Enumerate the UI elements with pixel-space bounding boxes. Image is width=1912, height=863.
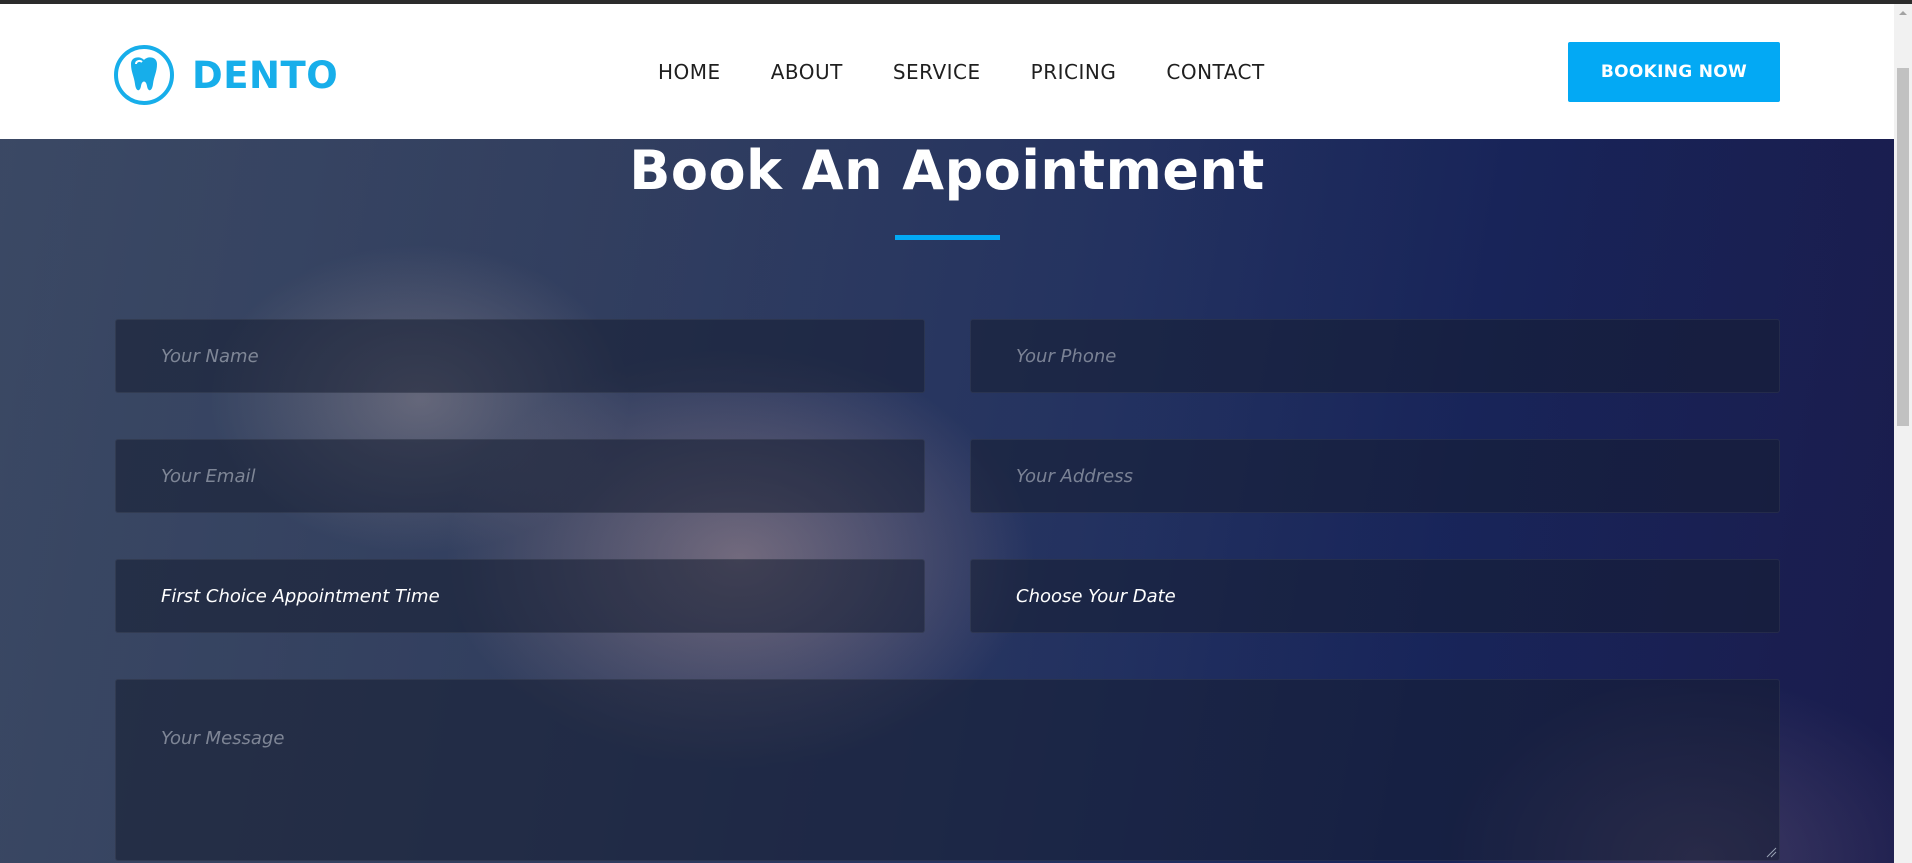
message-placeholder: Your Message (161, 728, 285, 749)
page-scrollbar[interactable] (1894, 4, 1912, 863)
date-value: Choose Your Date (1016, 585, 1176, 607)
resize-grip-icon[interactable] (1765, 846, 1777, 858)
phone-field[interactable]: Your Phone (970, 319, 1780, 393)
appointment-time-value: First Choice Appointment Time (161, 585, 440, 607)
booking-now-button[interactable]: BOOKING NOW (1568, 42, 1780, 102)
phone-placeholder: Your Phone (1016, 345, 1117, 367)
title-divider (895, 235, 1000, 240)
nav-item-service[interactable]: SERVICE (893, 60, 981, 84)
scroll-up-arrow-icon[interactable] (1894, 4, 1912, 22)
tooth-icon (114, 45, 174, 105)
appointment-time-select[interactable]: First Choice Appointment Time (115, 559, 925, 633)
site-header: DENTO HOME ABOUT SERVICE PRICING CONTACT… (0, 4, 1894, 139)
brand-logo[interactable]: DENTO (113, 43, 338, 107)
nav-item-pricing[interactable]: PRICING (1031, 60, 1117, 84)
address-placeholder: Your Address (1016, 465, 1133, 487)
nav-item-contact[interactable]: CONTACT (1166, 60, 1264, 84)
date-picker-field[interactable]: Choose Your Date (970, 559, 1780, 633)
main-nav: HOME ABOUT SERVICE PRICING CONTACT (658, 60, 1315, 84)
section-title: Book An Apointment (629, 139, 1265, 202)
name-placeholder: Your Name (161, 345, 259, 367)
scrollbar-thumb[interactable] (1897, 68, 1909, 426)
brand-name: DENTO (192, 53, 339, 97)
address-field[interactable]: Your Address (970, 439, 1780, 513)
nav-item-home[interactable]: HOME (658, 60, 721, 84)
email-placeholder: Your Email (161, 465, 256, 487)
message-textarea[interactable]: Your Message (115, 679, 1780, 861)
booking-section: Book An Apointment Your Name Your Phone … (0, 139, 1894, 863)
nav-item-about[interactable]: ABOUT (771, 60, 843, 84)
name-field[interactable]: Your Name (115, 319, 925, 393)
email-field[interactable]: Your Email (115, 439, 925, 513)
